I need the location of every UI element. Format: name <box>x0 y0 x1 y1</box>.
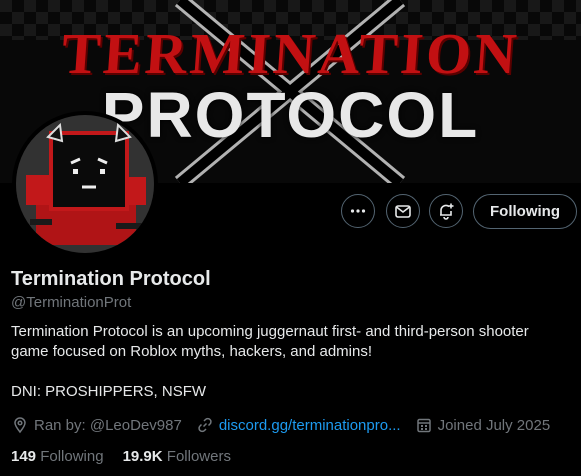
location-text: Ran by: @LeoDev987 <box>34 416 182 434</box>
notify-button[interactable] <box>429 194 463 228</box>
envelope-icon <box>395 205 411 218</box>
following-count: 149 <box>11 448 37 465</box>
more-icon <box>350 209 366 213</box>
avatar-image <box>16 115 154 253</box>
following-button[interactable]: Following <box>473 194 577 229</box>
calendar-icon <box>415 416 433 434</box>
banner-title-top: TERMINATION <box>59 21 522 86</box>
followers-label: Followers <box>166 448 231 465</box>
avatar[interactable] <box>12 111 158 257</box>
followers-stat[interactable]: 19.9K Followers <box>123 448 231 465</box>
bio-line: Termination Protocol is an upcoming jugg… <box>11 323 529 340</box>
following-label: Following <box>40 448 104 465</box>
location-pin-icon <box>11 416 29 434</box>
profile-handle: @TerminationProt <box>11 294 132 311</box>
meta-joined: Joined July 2025 <box>415 416 551 434</box>
meta-location: Ran by: @LeoDev987 <box>11 416 182 434</box>
website-link[interactable]: discord.gg/terminationpro... <box>219 417 401 434</box>
more-button[interactable] <box>341 194 375 228</box>
bell-plus-icon <box>440 203 454 220</box>
bio-line: game focused on Roblox myths, hackers, a… <box>11 343 373 360</box>
bio-line: DNI: PROSHIPPERS, NSFW <box>11 383 207 400</box>
message-button[interactable] <box>386 194 420 228</box>
profile-name: Termination Protocol <box>11 268 211 290</box>
followers-count: 19.9K <box>122 448 163 465</box>
profile-stats: 149 Following 19.9K Followers <box>11 448 250 465</box>
profile-bio: Termination Protocol is an upcoming jugg… <box>11 322 571 402</box>
meta-link[interactable]: discord.gg/terminationpro... <box>196 416 401 434</box>
profile-meta: Ran by: @LeoDev987 discord.gg/terminatio… <box>11 416 564 434</box>
following-stat[interactable]: 149 Following <box>11 448 104 465</box>
link-icon <box>196 416 214 434</box>
joined-text: Joined July 2025 <box>437 416 551 434</box>
